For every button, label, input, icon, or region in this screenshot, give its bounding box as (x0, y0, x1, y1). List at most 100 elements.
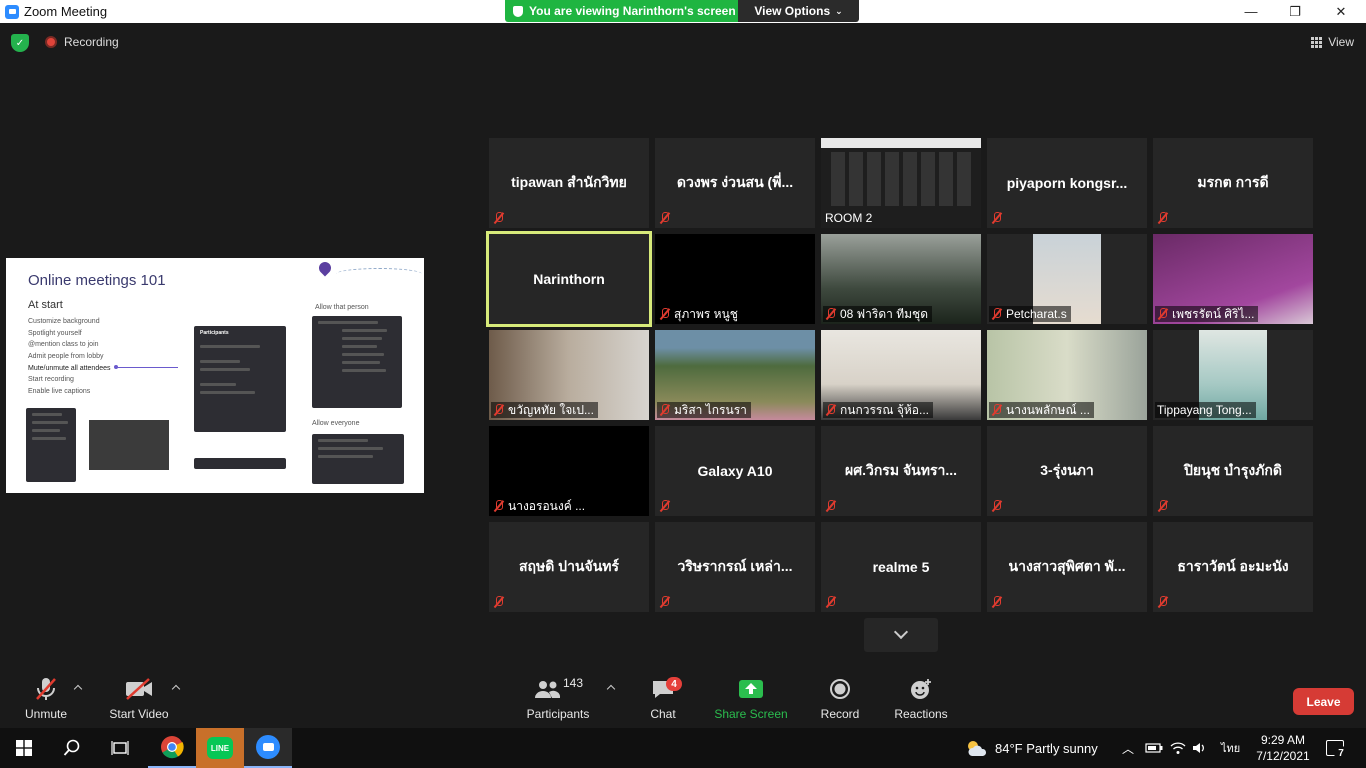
participant-tile[interactable]: Petcharat.s (987, 234, 1147, 324)
participant-tile[interactable]: สุภาพร หนูชู (655, 234, 815, 324)
recording-label: Recording (64, 35, 119, 49)
clock-time: 9:29 AM (1260, 733, 1306, 747)
participant-tile[interactable]: นางนพลักษณ์ ... (987, 330, 1147, 420)
participant-tile[interactable]: นางอรอนงค์ ... (489, 426, 649, 516)
slide-at-start: At start (28, 299, 63, 311)
participant-tile[interactable]: ผศ.วิกรม จันทรา... (821, 426, 981, 516)
grid-icon (1311, 36, 1323, 48)
taskbar-clock[interactable]: 9:29 AM 7/12/2021 (1254, 732, 1312, 764)
audio-options-caret[interactable] (73, 684, 83, 694)
start-button[interactable] (0, 728, 48, 768)
slide-participants-panel: Participants (194, 326, 286, 432)
unmute-label: Unmute (24, 707, 68, 721)
mic-muted-icon (493, 500, 505, 512)
slide-item: Mute/unmute all attendees (28, 364, 111, 372)
task-view-button[interactable] (96, 728, 144, 768)
participant-name: มรกต การดี (1197, 174, 1269, 190)
share-screen-button[interactable]: Share Screen (714, 672, 788, 721)
view-options-label: View Options (754, 4, 831, 18)
participant-name: Narinthorn (533, 271, 605, 287)
participant-name: นางสาวสุพิศตา พั... (1008, 558, 1126, 574)
participant-tile[interactable]: เพชรรัตน์ ศิริไ... (1153, 234, 1313, 324)
slide-panel-title: Participants (200, 330, 229, 336)
start-video-label: Start Video (109, 707, 169, 721)
participant-tile[interactable]: tipawan สำนักวิทย (489, 138, 649, 228)
record-icon (829, 672, 851, 706)
share-screen-icon (738, 672, 764, 706)
taskbar-zoom[interactable] (244, 728, 292, 768)
wifi-icon[interactable] (1170, 728, 1186, 768)
participant-label-text: Tippayang Tong... (1157, 403, 1252, 417)
view-button[interactable]: View (1311, 35, 1354, 49)
participant-tile[interactable]: Galaxy A10 (655, 426, 815, 516)
participant-tile[interactable]: ขวัญหทัย ใจเป... (489, 330, 649, 420)
participant-tile[interactable]: ดวงพร ง่วนสน (พี่... (655, 138, 815, 228)
participant-tile[interactable]: 3-รุ่งนภา (987, 426, 1147, 516)
participant-tile[interactable]: piyaporn kongsr... (987, 138, 1147, 228)
participant-tile-active-speaker[interactable]: Narinthorn (486, 231, 652, 327)
windows-taskbar: LINE 84°F Partly sunny ︿ ไทย 9:29 AM 7/1… (0, 728, 1366, 768)
video-options-caret[interactable] (171, 684, 181, 694)
participant-tile[interactable]: วริษรากรณ์ เหล่า... (655, 522, 815, 612)
participants-label: Participants (526, 707, 590, 721)
slide-item: Customize background (28, 318, 100, 325)
participants-count: 143 (562, 676, 584, 690)
participant-tile[interactable]: Tippayang Tong... (1153, 330, 1313, 420)
close-button[interactable]: ✕ (1318, 0, 1364, 23)
participant-label: กนกวรรณ จุ้ห้อ... (823, 402, 933, 418)
participant-name: ปิยนุช บำรุงภักดิ (1184, 462, 1282, 478)
slide-item: Enable live captions (28, 388, 91, 396)
next-page-button[interactable] (864, 618, 938, 652)
security-shield-icon[interactable]: ✓ (11, 34, 29, 52)
participant-tile[interactable]: มรกต การดี (1153, 138, 1313, 228)
participant-tile[interactable]: ปิยนุช บำรุงภักดิ (1153, 426, 1313, 516)
shield-icon (513, 5, 523, 17)
taskbar-chrome[interactable] (148, 728, 196, 768)
language-indicator[interactable]: ไทย (1221, 728, 1240, 768)
minimize-button[interactable]: — (1228, 0, 1274, 23)
dashed-path-decoration (336, 268, 422, 280)
volume-icon[interactable] (1192, 728, 1208, 768)
reactions-icon (909, 672, 933, 706)
record-dot-icon (45, 36, 57, 48)
chevron-down-icon: ⌄ (835, 5, 843, 16)
unmute-button[interactable]: Unmute (22, 672, 70, 721)
leave-button[interactable]: Leave (1293, 688, 1354, 715)
participant-tile[interactable]: กนกวรรณ จุ้ห้อ... (821, 330, 981, 420)
participants-options-caret[interactable] (606, 684, 616, 694)
zoom-taskbar-icon (256, 735, 280, 759)
shared-screen: Online meetings 101 At start Customize b… (6, 258, 424, 493)
participant-tile[interactable]: ธาราวัตน์ อะมะนัง (1153, 522, 1313, 612)
mic-muted-icon (825, 500, 837, 512)
participant-tile[interactable]: มริสา ไกรนรา (655, 330, 815, 420)
battery-icon[interactable] (1145, 728, 1163, 768)
participant-tile[interactable]: 08 ฟาริดา ทีมชุด (821, 234, 981, 324)
view-options-button[interactable]: View Options ⌄ (738, 0, 859, 22)
search-button[interactable] (48, 728, 96, 768)
participant-label-text: มริสา ไกรนรา (674, 403, 747, 417)
record-button[interactable]: Record (820, 672, 860, 721)
participant-label: ขวัญหทัย ใจเป... (491, 402, 598, 418)
participant-label: 08 ฟาริดา ทีมชุด (823, 306, 932, 322)
recording-indicator[interactable]: Recording (45, 35, 119, 49)
reactions-button[interactable]: Reactions (894, 672, 948, 721)
tray-chevron-up-icon[interactable]: ︿ (1122, 728, 1134, 768)
taskbar-line[interactable]: LINE (196, 728, 244, 768)
weather-widget[interactable]: 84°F Partly sunny (964, 728, 1098, 768)
participant-tile[interactable]: สฤษดิ ปานจันทร์ (489, 522, 649, 612)
participant-tile-shared-view[interactable]: ROOM 2 (821, 138, 981, 228)
mic-muted-icon (659, 500, 671, 512)
participants-button[interactable]: 143 Participants (526, 672, 590, 721)
maximize-button[interactable]: ❐ (1272, 0, 1318, 23)
chat-unread-badge: 4 (666, 677, 682, 691)
mic-muted-icon (825, 404, 837, 416)
start-video-button[interactable]: Start Video (107, 672, 171, 721)
slide-toolbar (194, 458, 286, 469)
participant-tile[interactable]: นางสาวสุพิศตา พั... (987, 522, 1147, 612)
slide-bullet-list: Customize background Spotlight yourself … (28, 316, 111, 398)
participant-label-text: ขวัญหทัย ใจเป... (508, 403, 594, 417)
slide-allow-everyone: Allow everyone (312, 420, 360, 427)
participant-label: นางนพลักษณ์ ... (989, 402, 1094, 418)
slide-item: @mention class to join (28, 341, 99, 349)
participant-tile[interactable]: realme 5 (821, 522, 981, 612)
